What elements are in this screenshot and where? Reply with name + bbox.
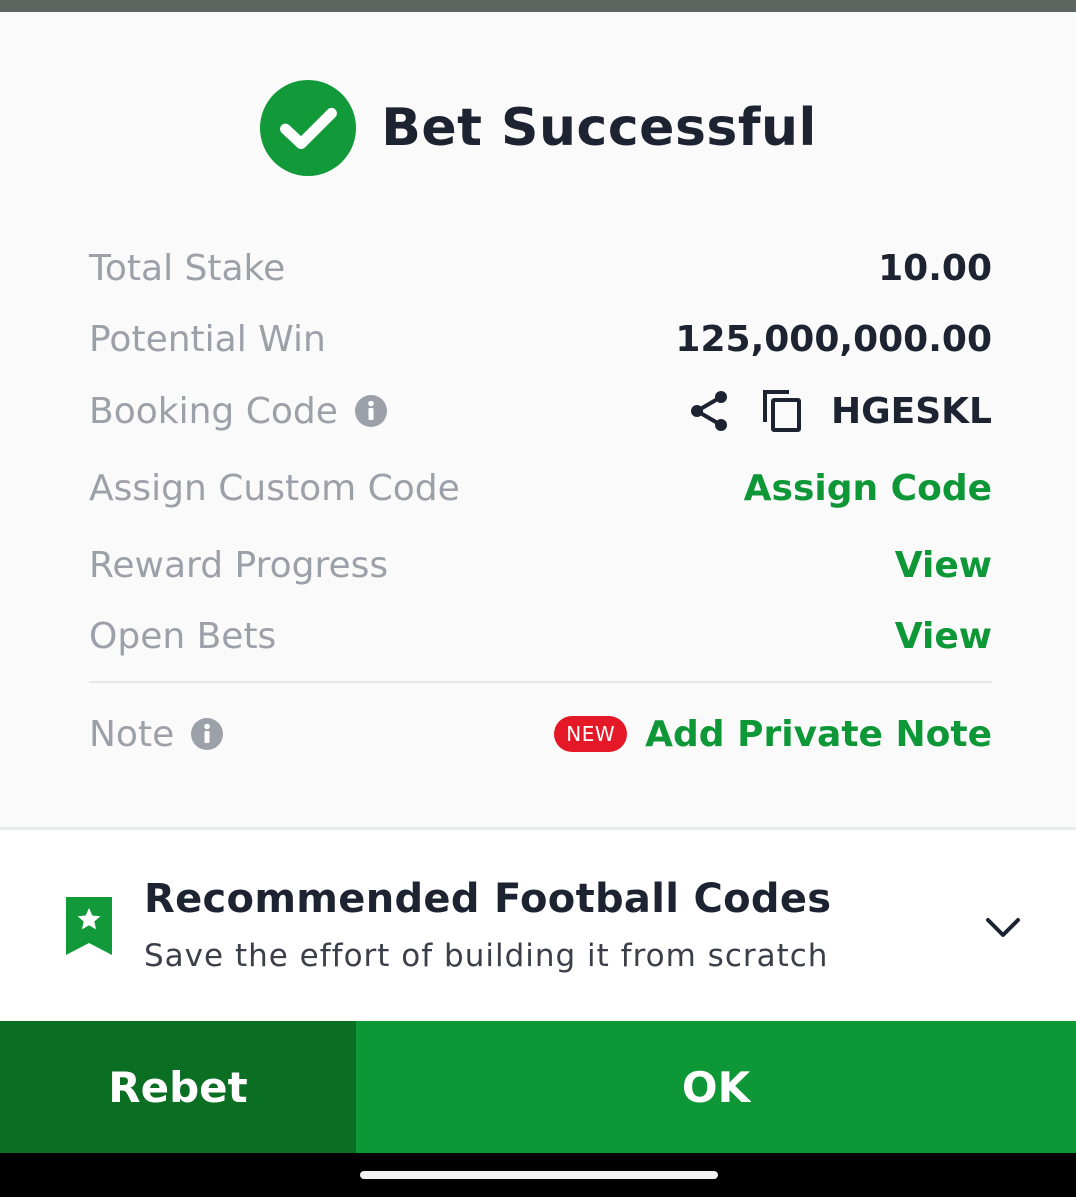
details-divider [89,681,992,683]
total-stake-label: Total Stake [89,247,286,289]
booking-code-value-group: HGESKL [687,388,992,434]
note-action-group: NEW Add Private Note [554,714,992,755]
potential-win-value: 125,000,000.00 [675,318,992,360]
ok-button[interactable]: OK [356,1021,1076,1153]
check-circle-icon [260,79,357,177]
recommended-subtitle: Save the effort of building it from scra… [144,938,829,974]
system-nav-bar [0,1153,1076,1197]
open-bets-label: Open Bets [89,615,277,657]
bookmark-star-icon [66,897,112,955]
page-title: Bet Successful [381,98,817,158]
new-badge: NEW [554,716,628,752]
potential-win-row: Potential Win 125,000,000.00 [89,309,992,369]
recommended-codes-panel[interactable]: Recommended Football Codes Save the effo… [0,830,1076,1021]
assign-custom-code-row: Assign Custom Code Assign Code [89,458,992,518]
share-icon[interactable] [687,389,731,433]
booking-code-label: Booking Code [89,390,338,432]
background-overlay [0,0,1076,12]
reward-progress-label: Reward Progress [89,544,389,586]
reward-progress-row: Reward Progress View [89,535,992,595]
recommended-title: Recommended Football Codes [144,876,832,922]
note-row: Note NEW Add Private Note [89,704,992,764]
chevron-down-icon[interactable] [984,908,1022,946]
assign-custom-code-label: Assign Custom Code [89,467,460,509]
total-stake-value: 10.00 [878,247,992,289]
booking-code-label-group: Booking Code [89,391,388,432]
open-bets-row: Open Bets View [89,606,992,666]
home-indicator[interactable] [360,1171,718,1179]
add-private-note-link[interactable]: Add Private Note [645,714,992,755]
note-label-group: Note [89,714,224,755]
note-label: Note [89,713,175,755]
success-header: Bet Successful [0,78,1076,178]
open-bets-view-link[interactable]: View [895,616,992,657]
note-info-icon[interactable] [190,717,224,751]
total-stake-row: Total Stake 10.00 [89,238,992,298]
booking-code-row: Booking Code HGESKL [89,381,992,441]
assign-code-link[interactable]: Assign Code [744,468,992,509]
copy-icon[interactable] [759,388,805,434]
reward-progress-view-link[interactable]: View [895,545,992,586]
rebet-button[interactable]: Rebet [0,1021,356,1153]
info-icon[interactable] [354,394,388,428]
potential-win-label: Potential Win [89,318,326,360]
booking-code-value: HGESKL [830,390,992,432]
